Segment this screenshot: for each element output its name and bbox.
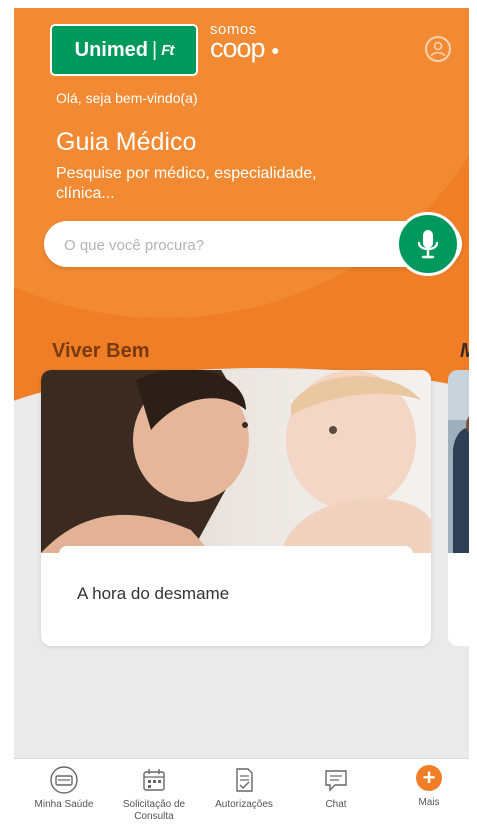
nav-autorizacoes[interactable]: Autorizações: [204, 765, 284, 811]
next-article-card[interactable]: [448, 370, 469, 646]
nav-label: Solicitação de Consulta: [122, 799, 186, 822]
profile-button[interactable]: [425, 36, 451, 62]
unimed-logo-text: Unimed: [74, 38, 148, 61]
unimed-glyph-icon: Ft: [161, 41, 174, 59]
nav-solicitacao-consulta[interactable]: Solicitação de Consulta: [114, 765, 194, 823]
voice-search-button[interactable]: [396, 212, 460, 276]
next-card-photo: [448, 370, 469, 553]
plus-icon: +: [416, 765, 442, 791]
search-input[interactable]: [62, 221, 386, 269]
next-section-title: M: [460, 340, 469, 363]
nav-label: Autorizações: [215, 799, 273, 810]
viver-bem-section-title: Viver Bem: [52, 340, 150, 362]
calendar-icon: [143, 769, 165, 791]
microphone-icon: [417, 230, 439, 259]
nav-label: Minha Saúde: [34, 799, 94, 810]
document-check-icon: [236, 768, 253, 792]
chat-icon: [325, 770, 347, 792]
coop-arrow-icon: ●: [271, 41, 280, 58]
coop-logo-top: somos: [210, 21, 257, 38]
unimed-logo: Unimed | Ft: [50, 24, 198, 76]
somos-coop-logo: somos coop ●: [210, 21, 280, 63]
page-subtitle: Pesquise por médico, especialidade, clín…: [56, 165, 317, 202]
nav-minha-saude[interactable]: Minha Saúde: [24, 765, 104, 811]
mother-baby-photo: [41, 370, 431, 553]
nav-label: Chat: [325, 799, 347, 810]
article-card[interactable]: A hora do desmame: [41, 370, 431, 646]
card-icon: [50, 766, 78, 794]
nav-label: Mais: [418, 797, 440, 808]
card-title: A hora do desmame: [77, 584, 230, 603]
bottom-navigation: Minha Saúde Solicitação de Consulta Auto…: [14, 758, 469, 828]
coop-logo-bottom: coop ●: [210, 33, 280, 63]
greeting-text: Olá, seja bem-vindo(a): [56, 90, 198, 106]
logo-separator: |: [151, 38, 158, 61]
nav-chat[interactable]: Chat: [296, 765, 376, 811]
nav-mais[interactable]: + Mais: [389, 765, 469, 809]
app-screen: Unimed | Ft somos coop ● Olá, seja bem-v…: [14, 8, 469, 758]
page-title: Guia Médico: [56, 128, 197, 156]
user-icon: [430, 41, 446, 57]
